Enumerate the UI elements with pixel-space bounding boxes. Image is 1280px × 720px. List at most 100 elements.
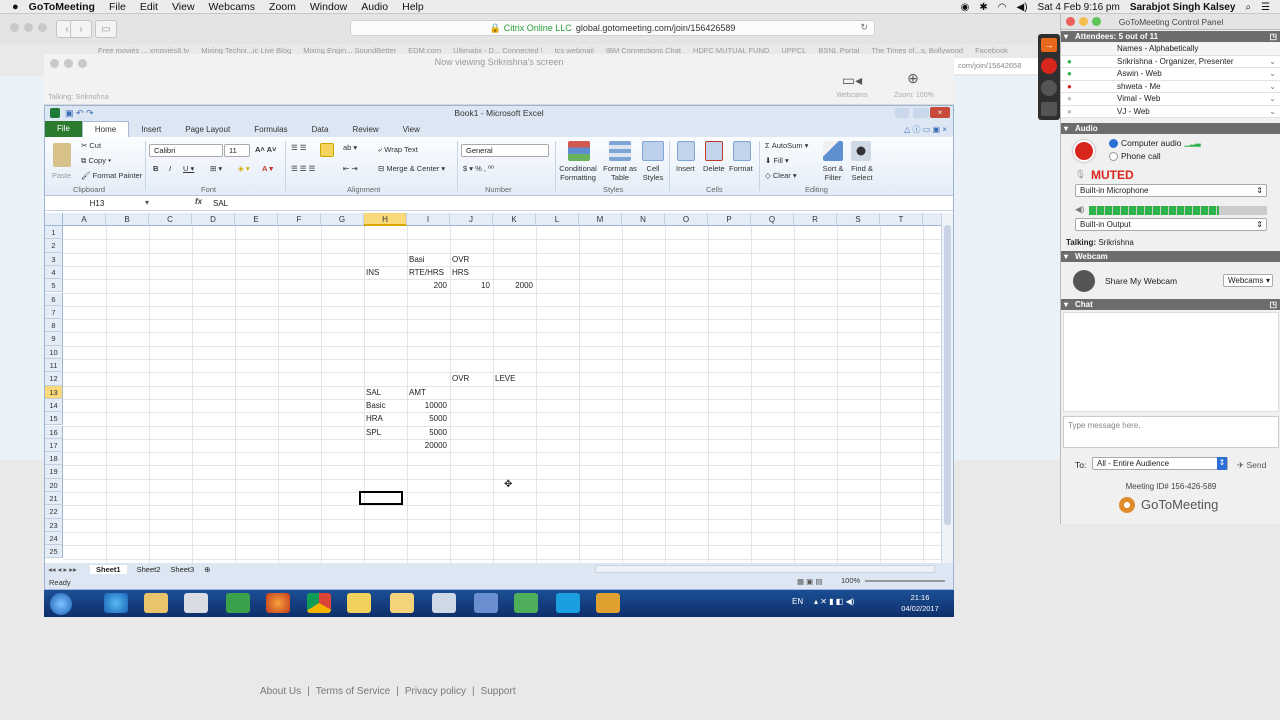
file-explorer-icon[interactable] — [144, 593, 168, 613]
find-select-button[interactable]: Find & Select — [849, 164, 875, 182]
new-sheet-icon[interactable]: ⊕ — [204, 565, 210, 574]
row-header-1[interactable]: 1 — [45, 226, 63, 240]
paste-button[interactable]: Paste — [52, 171, 71, 180]
chevron-down-icon[interactable]: ⌄ — [1269, 81, 1276, 93]
align-bottom-icon[interactable] — [320, 143, 334, 157]
row-header-19[interactable]: 19 — [45, 465, 63, 479]
tab-home[interactable]: Home — [81, 121, 130, 137]
view-mode-icons[interactable]: ▦ ▣ ▤ — [797, 577, 822, 586]
orientation-icon[interactable]: ab ▾ — [343, 143, 357, 152]
select-all-corner[interactable] — [45, 213, 63, 226]
tab-formulas[interactable]: Formulas — [242, 125, 299, 134]
name-box[interactable]: H13 — [47, 198, 147, 209]
reload-icon[interactable]: ↻ — [860, 22, 868, 33]
output-select[interactable]: Built-in Output ⇕ — [1075, 218, 1267, 231]
sidebar-toggle-button[interactable]: ▭ — [95, 20, 117, 38]
worksheet-grid[interactable]: ABCDEFGHIJKLMNOPQRSTU 123456789101112131… — [45, 213, 941, 563]
column-header-h[interactable]: H — [364, 213, 407, 226]
cell-k12[interactable]: LEVE — [493, 372, 536, 385]
number-format-select[interactable]: General — [461, 144, 549, 157]
row-header-24[interactable]: 24 — [45, 531, 63, 546]
save-icon[interactable]: ▣ ↶ ↷ — [65, 106, 94, 121]
align-top-icon[interactable]: ☰ ☰ — [291, 143, 307, 152]
cell-i14[interactable]: 10000 — [407, 399, 450, 412]
skype-icon[interactable] — [556, 593, 580, 613]
format-cells-button[interactable]: Format — [729, 164, 753, 173]
privacy-link[interactable]: Privacy policy — [405, 686, 466, 697]
webcam-icon[interactable]: ▭◂ — [834, 72, 870, 89]
borders-icon[interactable]: ⊞ ▾ — [210, 164, 222, 173]
menu-webcams[interactable]: Webcams — [209, 1, 256, 13]
menu-zoom[interactable]: Zoom — [269, 1, 296, 13]
dock-screen-icon[interactable] — [1041, 102, 1057, 116]
zoom-window-button[interactable] — [38, 23, 47, 32]
column-header-o[interactable]: O — [665, 213, 708, 226]
cell-i17[interactable]: 20000 — [407, 439, 450, 452]
names-sort-header[interactable]: Names - Alphabetically — [1061, 43, 1280, 56]
indent-icon[interactable]: ⇤ ⇥ — [343, 164, 358, 173]
column-header-m[interactable]: M — [579, 213, 622, 226]
tab-file[interactable]: File — [45, 121, 82, 137]
column-header-q[interactable]: Q — [751, 213, 794, 226]
computer-icon[interactable] — [514, 593, 538, 613]
url-bar[interactable]: 🔒 Citrix Online LLC global.gotomeeting.c… — [350, 20, 875, 36]
menu-audio[interactable]: Audio — [361, 1, 388, 13]
row-header-20[interactable]: 20 — [45, 478, 63, 492]
sheet-tab-2[interactable]: Sheet2 — [137, 565, 161, 574]
phone-call-option[interactable]: Phone call — [1109, 151, 1161, 161]
search-icon[interactable]: ⌕ — [1245, 2, 1251, 13]
row-header-16[interactable]: 16 — [45, 425, 63, 439]
menu-edit[interactable]: Edit — [140, 1, 158, 13]
bookmark[interactable]: Facebook — [975, 46, 1008, 55]
wrap-text-button[interactable]: ⤶ Wrap Text — [378, 145, 418, 155]
tray-icons[interactable]: ▴ ✕ ▮ ◧ ◀) — [814, 597, 854, 606]
vertical-scrollbar[interactable] — [941, 213, 953, 563]
cell-i15[interactable]: 5000 — [407, 412, 450, 425]
language-indicator[interactable]: EN — [792, 597, 803, 606]
copy-button[interactable]: ⧉ Copy ▾ — [81, 156, 111, 166]
cell-i4[interactable]: RTE/HRS — [407, 266, 450, 279]
webcam-share-icon[interactable] — [1073, 270, 1095, 292]
currency-icon[interactable]: $ ▾ % , ⁰⁰ — [463, 164, 494, 173]
cell-j5[interactable]: 10 — [450, 279, 493, 292]
format-as-table-icon[interactable] — [609, 141, 631, 161]
bold-button[interactable]: B — [153, 164, 158, 173]
folder-icon[interactable] — [390, 593, 414, 613]
cell-h13[interactable]: SAL — [364, 386, 407, 399]
panel-close-button[interactable] — [1066, 17, 1075, 26]
attendee-row[interactable]: ● VJ - Web ⌄ — [1061, 105, 1280, 118]
sheet-nav-icon[interactable]: ◂◂ ◂ ▸ ▸▸ — [48, 565, 77, 574]
chevron-down-icon[interactable]: ⌄ — [1269, 56, 1276, 68]
popout-icon[interactable]: ◳ — [1269, 299, 1277, 310]
column-header-u[interactable]: U — [923, 213, 941, 226]
scroll-thumb[interactable] — [944, 225, 951, 525]
autosum-button[interactable]: Σ AutoSum ▾ — [765, 141, 808, 150]
zoom-slider[interactable] — [865, 580, 945, 582]
computer-audio-option[interactable]: Computer audio ▁▂▃ — [1109, 138, 1201, 148]
recipient-select[interactable]: All - Entire Audience ⇕ — [1092, 457, 1228, 470]
record-icon[interactable]: ◉ — [961, 2, 970, 13]
row-header-3[interactable]: 3 — [45, 252, 63, 266]
column-header-e[interactable]: E — [235, 213, 278, 226]
cell-j12[interactable]: OVR — [450, 372, 493, 385]
tab-data[interactable]: Data — [300, 125, 341, 134]
app-menu[interactable]: GoToMeeting — [29, 1, 95, 13]
speaker-level-meter[interactable] — [1089, 206, 1267, 215]
tab-view[interactable]: View — [391, 125, 432, 134]
help-icon[interactable]: △ ⓘ ▭ ▣ × — [904, 124, 947, 135]
send-button[interactable]: ✈ Send — [1237, 460, 1266, 471]
format-painter-button[interactable]: 🖌 Format Painter — [81, 171, 142, 180]
cell-i5[interactable]: 200 — [407, 279, 450, 292]
font-color-icon[interactable]: A ▾ — [262, 164, 273, 173]
row-header-9[interactable]: 9 — [45, 332, 63, 346]
formula-input[interactable]: SAL — [213, 198, 228, 209]
zoom-in-icon[interactable]: ⊕ — [900, 70, 926, 87]
horizontal-scrollbar[interactable] — [595, 565, 935, 573]
chevron-down-icon[interactable]: ⌄ — [1269, 68, 1276, 80]
menu-help[interactable]: Help — [402, 1, 424, 13]
row-header-15[interactable]: 15 — [45, 412, 63, 426]
italic-button[interactable]: I — [169, 164, 171, 173]
function-icon[interactable]: fx — [195, 197, 202, 206]
chat-header[interactable]: Chat ▾ ◳ — [1061, 299, 1280, 310]
column-header-c[interactable]: C — [149, 213, 192, 226]
